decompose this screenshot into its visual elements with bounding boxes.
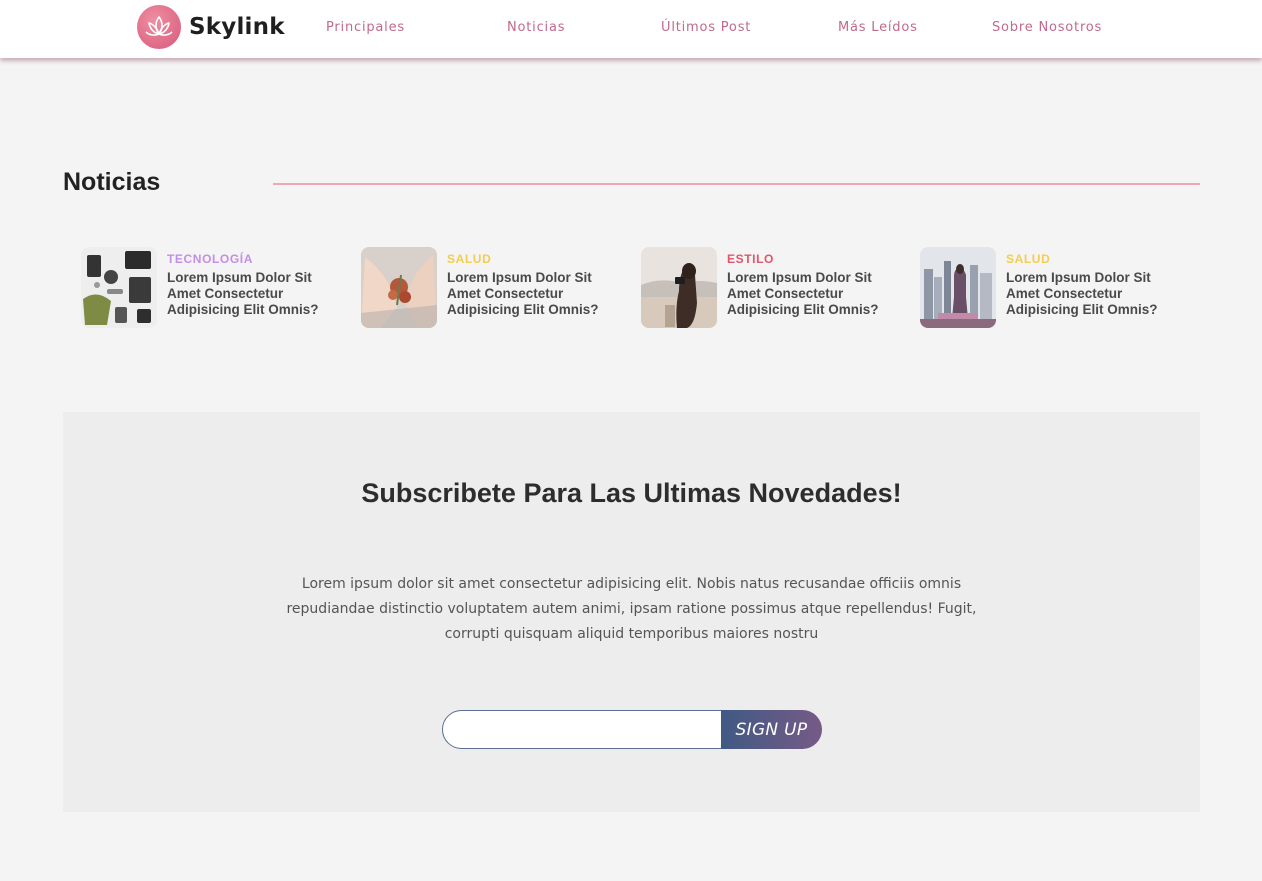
- news-thumbnail-hands-flowers[interactable]: [361, 247, 437, 328]
- nav-link-principales[interactable]: Principales: [326, 20, 405, 35]
- news-card[interactable]: TECNOLOGÍA Lorem Ipsum Dolor Sit Amet Co…: [81, 247, 341, 329]
- nav-link-noticias[interactable]: Noticias: [507, 20, 565, 35]
- email-input[interactable]: [442, 710, 732, 749]
- news-headline[interactable]: Lorem Ipsum Dolor Sit Amet Consectetur A…: [727, 270, 897, 318]
- news-section-title: Noticias: [63, 168, 161, 196]
- news-thumbnail-woman-beach[interactable]: [641, 247, 717, 328]
- lotus-icon: [137, 4, 181, 49]
- news-headline[interactable]: Lorem Ipsum Dolor Sit Amet Consectetur A…: [167, 270, 337, 318]
- sign-up-button[interactable]: SIGN UP: [721, 710, 822, 749]
- news-headline[interactable]: Lorem Ipsum Dolor Sit Amet Consectetur A…: [1006, 270, 1176, 318]
- news-thumbnail-gadgets[interactable]: [81, 247, 157, 328]
- section-divider: [273, 183, 1200, 185]
- subscribe-form: SIGN UP: [442, 710, 822, 749]
- subscribe-section: Subscribete Para Las Ultimas Novedades! …: [63, 412, 1200, 812]
- news-thumbnail-city-skyline[interactable]: [920, 247, 996, 328]
- nav-link-ultimos-post[interactable]: Últimos Post: [661, 20, 751, 35]
- news-category: TECNOLOGÍA: [167, 252, 253, 266]
- brand-name: Skylink: [189, 13, 285, 40]
- news-card[interactable]: SALUD Lorem Ipsum Dolor Sit Amet Consect…: [361, 247, 621, 329]
- nav-link-sobre-nosotros[interactable]: Sobre Nosotros: [992, 20, 1102, 35]
- subscribe-description: Lorem ipsum dolor sit amet consectetur a…: [286, 576, 977, 642]
- news-category: SALUD: [447, 252, 492, 266]
- nav-link-mas-leidos[interactable]: Más Leídos: [838, 20, 918, 35]
- news-card[interactable]: ESTILO Lorem Ipsum Dolor Sit Amet Consec…: [641, 247, 901, 329]
- news-card[interactable]: SALUD Lorem Ipsum Dolor Sit Amet Consect…: [920, 247, 1180, 329]
- news-category: SALUD: [1006, 252, 1051, 266]
- brand-logo[interactable]: Skylink: [137, 4, 285, 49]
- news-headline[interactable]: Lorem Ipsum Dolor Sit Amet Consectetur A…: [447, 270, 617, 318]
- subscribe-title: Subscribete Para Las Ultimas Novedades!: [361, 478, 902, 508]
- news-category: ESTILO: [727, 252, 774, 266]
- top-navbar: Skylink Principales Noticias Últimos Pos…: [0, 0, 1262, 58]
